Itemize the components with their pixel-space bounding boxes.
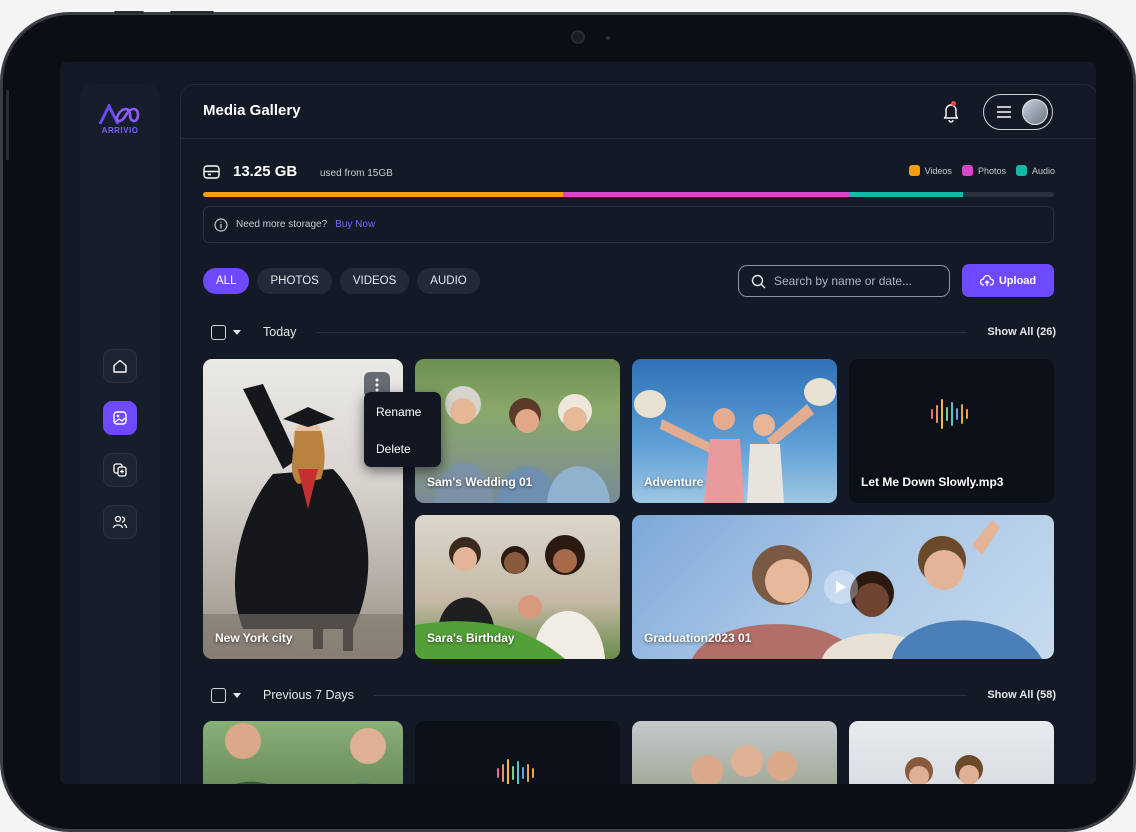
chevron-down-icon[interactable]: [233, 692, 241, 698]
files-icon: [113, 463, 127, 477]
audio-waveform-icon: [497, 759, 534, 784]
chevron-down-icon[interactable]: [233, 329, 241, 335]
device-button: [6, 90, 9, 160]
filter-all[interactable]: ALL: [203, 268, 250, 294]
notification-dot: [951, 101, 956, 106]
media-tile[interactable]: [415, 721, 620, 784]
logo-icon: [98, 104, 140, 125]
photos-usage-segment: [562, 192, 850, 197]
storage-drive-icon: [203, 165, 220, 179]
legend-videos: Videos: [908, 165, 952, 176]
media-title: Graduation2023 01: [644, 631, 752, 645]
upload-button[interactable]: Upload: [962, 264, 1054, 297]
hamburger-icon: [997, 106, 1011, 118]
sidebar-item-home[interactable]: [103, 349, 137, 383]
audio-waveform-icon: [931, 399, 968, 429]
sidebar-item-gallery[interactable]: [103, 401, 137, 435]
storage-progress-bar: [203, 192, 1054, 197]
upload-icon: [979, 274, 994, 286]
select-all-checkbox[interactable]: [211, 324, 226, 340]
context-menu: Rename Delete: [364, 392, 441, 467]
storage-total: used from 15GB: [320, 168, 393, 179]
media-tile[interactable]: Adventure: [632, 359, 837, 503]
legend-photos: Photos: [961, 165, 1006, 176]
page-title: Media Gallery: [203, 102, 301, 119]
show-all-link[interactable]: Show All (26): [987, 326, 1056, 338]
delete-menu-item[interactable]: Delete: [364, 439, 441, 476]
media-title: Let Me Down Slowly.mp3: [861, 475, 1004, 489]
storage-legend: Videos Photos Audio: [908, 165, 1055, 176]
sidebar-item-files[interactable]: [103, 453, 137, 487]
home-icon: [113, 359, 127, 373]
audio-usage-segment: [849, 192, 963, 197]
search-icon: [751, 274, 766, 288]
upload-label: Upload: [998, 274, 1037, 287]
more-vertical-icon: [375, 378, 379, 392]
show-all-link[interactable]: Show All (58): [987, 689, 1056, 701]
front-camera: [571, 30, 585, 44]
logo-text: ARRIVIO: [101, 126, 139, 135]
videos-usage-segment: [203, 192, 563, 197]
media-tile[interactable]: Sam's Wedding 01: [415, 359, 620, 503]
media-tile[interactable]: [203, 721, 403, 784]
media-tile[interactable]: Let Me Down Slowly.mp3: [849, 359, 1054, 503]
camera-sensor: [606, 36, 610, 40]
section-title: Today: [263, 325, 297, 339]
media-thumbnail: [225, 723, 386, 784]
app-logo[interactable]: ARRIVIO: [98, 104, 142, 144]
legend-audio: Audio: [1015, 165, 1055, 176]
buy-now-link[interactable]: Buy Now: [335, 219, 375, 230]
media-thumbnail: [691, 745, 797, 784]
select-all-checkbox[interactable]: [211, 687, 226, 703]
device-button: [170, 11, 214, 14]
storage-notice: Need more storage? Buy Now: [203, 206, 1054, 243]
notice-text: Need more storage?: [236, 219, 328, 230]
rename-menu-item[interactable]: Rename: [364, 402, 441, 439]
media-tile[interactable]: Sara's Birthday: [415, 515, 620, 659]
user-menu-button[interactable]: [983, 94, 1053, 130]
divider: [374, 694, 968, 696]
storage-summary: 13.25 GB used from 15GB Videos Photos Au…: [203, 163, 1055, 183]
screen: ARRIVIO Media Gallery 13.25 GB used from…: [60, 62, 1096, 784]
play-button[interactable]: [824, 570, 858, 604]
section-header-today: Today Show All (26): [211, 322, 1056, 342]
filter-audio[interactable]: AUDIO: [417, 268, 480, 294]
search-placeholder: Search by name or date...: [774, 274, 913, 288]
gallery-icon: [113, 411, 127, 425]
sidebar-item-users[interactable]: [103, 505, 137, 539]
media-title: New York city: [215, 631, 293, 645]
section-header-previous: Previous 7 Days Show All (58): [211, 685, 1056, 705]
main-panel: Media Gallery 13.25 GB used from 15GB Vi…: [180, 84, 1096, 784]
sidebar: ARRIVIO: [80, 84, 160, 784]
play-icon: [836, 581, 846, 593]
header: Media Gallery: [181, 85, 1096, 139]
media-title: Sara's Birthday: [427, 631, 515, 645]
media-title: Adventure: [644, 475, 704, 489]
media-tile[interactable]: Graduation2023 01: [632, 515, 1054, 659]
info-icon: [214, 217, 228, 232]
avatar: [1022, 99, 1048, 125]
media-tile[interactable]: [849, 721, 1054, 784]
filter-photos[interactable]: PHOTOS: [257, 268, 332, 294]
search-input[interactable]: Search by name or date...: [738, 265, 950, 297]
users-icon: [112, 515, 128, 529]
device-button: [114, 11, 144, 14]
media-thumbnail: [905, 755, 983, 784]
filter-tabs: ALL PHOTOS VIDEOS AUDIO: [203, 268, 480, 294]
media-tile[interactable]: [632, 721, 837, 784]
storage-used: 13.25 GB: [233, 163, 298, 180]
filter-videos[interactable]: VIDEOS: [339, 268, 410, 294]
divider: [316, 331, 968, 333]
media-title: Sam's Wedding 01: [427, 475, 533, 489]
section-title: Previous 7 Days: [263, 688, 355, 702]
